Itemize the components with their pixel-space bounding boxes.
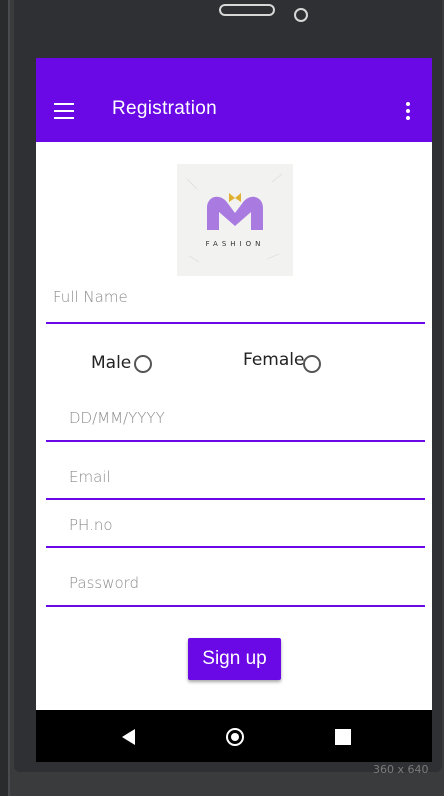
dob-placeholder: DD/MM/YYYY (69, 409, 165, 427)
recents-icon[interactable] (335, 729, 351, 745)
phone-screen: Registration FASHION Full Name Male Fema… (36, 58, 432, 762)
male-radio[interactable] (134, 355, 152, 373)
system-nav-bar (36, 710, 432, 762)
phone-field[interactable]: PH.no (46, 505, 425, 548)
app-bar: Registration (36, 58, 432, 142)
speaker-icon (219, 4, 275, 16)
female-label: Female (243, 350, 305, 370)
emulator-frame-divider (8, 0, 10, 796)
camera-icon (294, 8, 308, 22)
phone-placeholder: PH.no (69, 516, 113, 534)
full-name-placeholder: Full Name (53, 288, 128, 306)
password-placeholder: Password (69, 574, 140, 592)
full-name-field[interactable]: Full Name (46, 282, 425, 324)
logo-text: FASHION (205, 240, 265, 248)
password-field[interactable]: Password (46, 563, 425, 607)
back-icon[interactable] (122, 729, 135, 745)
page-title: Registration (112, 98, 217, 119)
female-radio[interactable] (303, 355, 321, 373)
signup-button[interactable]: Sign up (188, 638, 281, 680)
hamburger-menu-icon[interactable] (54, 103, 74, 119)
overflow-menu-icon[interactable] (405, 102, 411, 122)
resolution-label: 360 x 640 (373, 763, 429, 776)
dob-field[interactable]: DD/MM/YYYY (46, 396, 425, 442)
email-field[interactable]: Email (46, 456, 425, 500)
emulator-frame-edge (0, 0, 8, 796)
male-label: Male (91, 353, 132, 373)
email-placeholder: Email (69, 468, 111, 486)
home-icon[interactable] (226, 728, 244, 746)
fashion-logo: FASHION (177, 164, 293, 276)
logo-m-icon (186, 173, 283, 263)
